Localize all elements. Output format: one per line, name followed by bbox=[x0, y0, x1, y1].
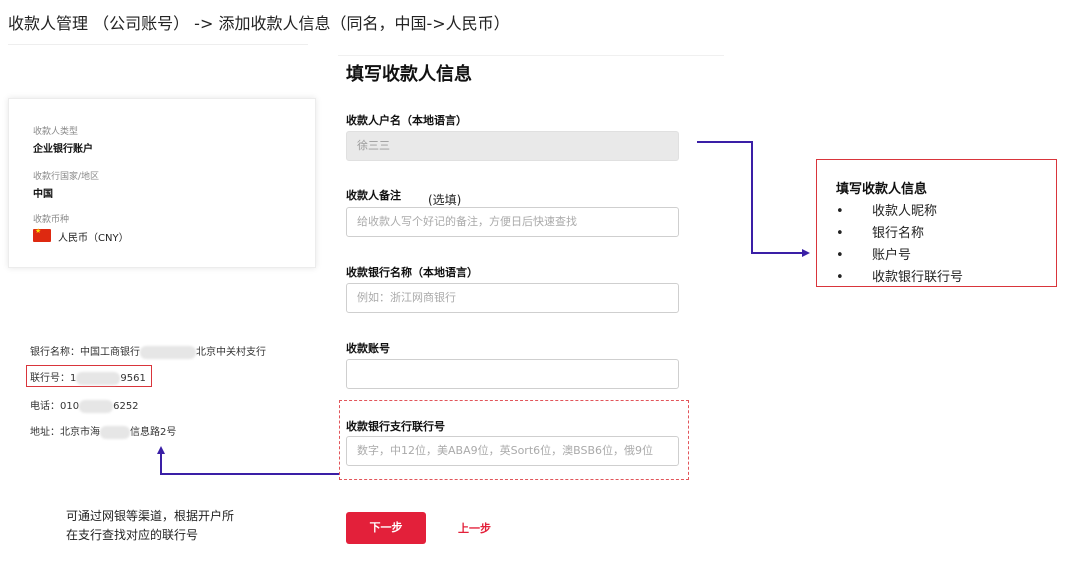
annotation-arrows bbox=[157, 141, 810, 475]
arrow-to-bank-code bbox=[157, 446, 339, 475]
arrow-to-callout bbox=[697, 141, 810, 257]
